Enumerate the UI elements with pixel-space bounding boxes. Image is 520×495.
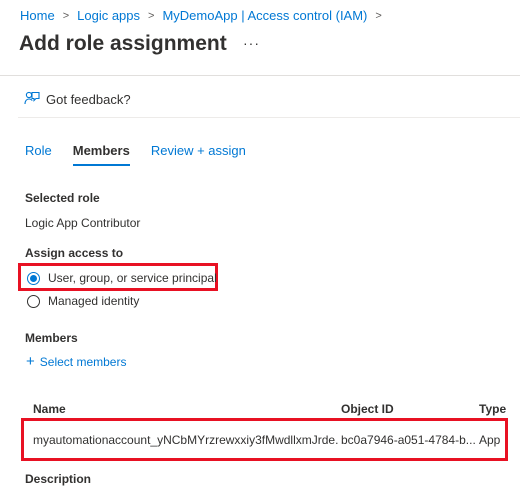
breadcrumb-separator: > [62,9,70,22]
radio-option-managed-identity[interactable]: Managed identity [27,294,139,308]
breadcrumb-access-control[interactable]: MyDemoApp | Access control (IAM) [162,8,367,23]
member-name-cell: myautomationaccount_yNCbMYrzrewxxiy3fMwd… [33,433,339,447]
tab-review-assign[interactable]: Review + assign [151,143,246,166]
select-members-button[interactable]: + Select members [26,353,127,370]
members-label: Members [25,331,78,345]
tab-members[interactable]: Members [72,143,130,166]
feedback-link[interactable]: Got feedback? [24,90,131,109]
member-type-cell: App [479,433,501,447]
selected-role-label: Selected role [25,191,100,205]
breadcrumb-logic-apps[interactable]: Logic apps [77,8,140,23]
radio-option-label: Managed identity [48,294,140,308]
assign-access-label: Assign access to [25,246,124,260]
radio-unselected-icon [27,294,40,308]
table-row[interactable]: myautomationaccount_yNCbMYrzrewxxiy3fMwd… [24,424,505,455]
column-header-type: Type [479,402,507,416]
page-title: Add role assignment [19,32,227,55]
member-object-id-cell: bc0a7946-a051-4784-b... [341,433,476,447]
breadcrumb-separator: > [375,9,382,22]
breadcrumb-separator: > [148,9,155,22]
radio-option-label: User, group, or service principal [48,271,217,285]
selected-role-value: Logic App Contributor [25,216,141,230]
toolbar-divider [18,117,520,118]
description-label: Description [25,472,92,486]
select-members-label: Select members [39,355,127,369]
breadcrumb: Home > Logic apps > MyDemoApp | Access c… [20,8,390,23]
header-divider [0,75,520,76]
column-header-object-id: Object ID [341,402,394,416]
breadcrumb-home[interactable]: Home [20,8,55,23]
feedback-label: Got feedback? [46,92,131,107]
more-options-button[interactable]: ··· [243,35,260,51]
plus-icon: + [26,353,35,370]
tab-role[interactable]: Role [25,143,52,166]
tab-bar: Role Members Review + assign [25,143,267,166]
feedback-icon [24,90,46,109]
radio-selected-icon [27,271,40,285]
column-header-name: Name [33,402,66,416]
radio-option-user-group-sp[interactable]: User, group, or service principal [27,271,217,285]
